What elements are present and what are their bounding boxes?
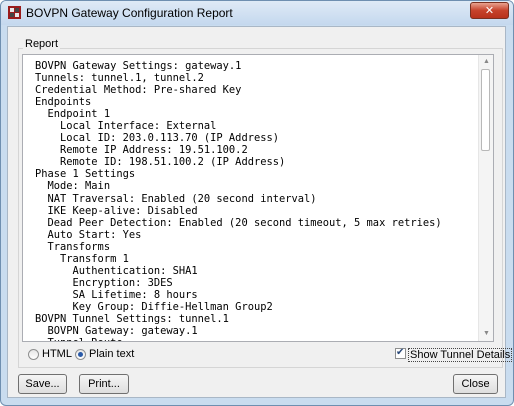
scroll-down-arrow-icon[interactable]: ▼ xyxy=(482,329,491,339)
close-window-button[interactable]: ✕ xyxy=(470,2,509,19)
scroll-thumb[interactable] xyxy=(481,69,490,151)
dialog-body: Report BOVPN Gateway Settings: gateway.1… xyxy=(7,26,513,398)
report-text: BOVPN Gateway Settings: gateway.1 Tunnel… xyxy=(35,60,442,341)
plain-text-format-label[interactable]: Plain text xyxy=(89,348,134,360)
report-group-label: Report xyxy=(23,38,61,50)
report-text-area[interactable]: BOVPN Gateway Settings: gateway.1 Tunnel… xyxy=(22,54,494,342)
check-mark-icon: ✔ xyxy=(396,347,405,358)
html-format-label[interactable]: HTML xyxy=(42,348,72,360)
scroll-up-arrow-icon[interactable]: ▲ xyxy=(482,57,491,67)
window-title: BOVPN Gateway Configuration Report xyxy=(26,6,233,20)
save-button[interactable]: Save... xyxy=(18,374,67,394)
show-tunnel-details-label[interactable]: Show Tunnel Details xyxy=(408,348,513,362)
close-icon: ✕ xyxy=(484,4,495,17)
print-button[interactable]: Print... xyxy=(79,374,129,394)
html-format-radio[interactable] xyxy=(28,349,39,360)
vertical-scrollbar[interactable]: ▲ ▼ xyxy=(478,55,493,341)
show-tunnel-details-checkbox[interactable]: ✔ xyxy=(395,347,406,359)
plain-text-format-radio[interactable] xyxy=(75,349,86,360)
report-window: BOVPN Gateway Configuration Report ✕ Rep… xyxy=(0,0,514,406)
title-bar[interactable]: BOVPN Gateway Configuration Report ✕ xyxy=(1,1,513,25)
firebox-app-icon xyxy=(8,6,21,19)
close-button[interactable]: Close xyxy=(453,374,498,394)
